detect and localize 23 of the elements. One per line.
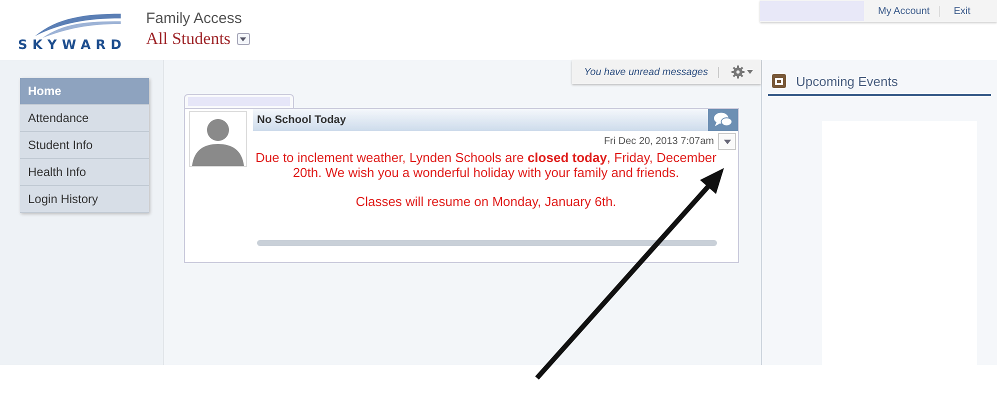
message-menu-button[interactable] [718, 133, 736, 150]
calendar-icon [772, 74, 786, 88]
message-body: Due to inclement weather, Lynden Schools are closed today, Friday, December 20th. We wish you a wonderful holiday with your family and friends. [254, 150, 718, 180]
unread-messages-link[interactable]: You have unread messages [584, 66, 719, 78]
events-title: Upcoming Events [796, 74, 898, 88]
app-title: Family Access [146, 10, 243, 27]
top-link[interactable]: Exit [940, 6, 980, 16]
sidebar-item[interactable]: Student Info [20, 132, 149, 159]
chat-icon[interactable] [708, 109, 738, 131]
message-date: Fri Dec 20, 2013 7:07am [604, 136, 714, 147]
message-title: No School Today [256, 114, 346, 126]
top-link[interactable]: My Account [864, 6, 940, 16]
student-selector[interactable]: All Students [146, 29, 231, 49]
sidebar-item[interactable]: Health Info [20, 159, 149, 186]
dropdown-icon[interactable] [236, 33, 250, 45]
avatar-icon [189, 111, 247, 167]
caret-icon [722, 137, 732, 146]
scrollbar[interactable] [257, 240, 717, 246]
sidebar-item[interactable]: Attendance [20, 105, 149, 132]
message-footer: Classes will resume on Monday, January 6th. [247, 194, 725, 209]
sidebar-item[interactable]: Login History [20, 186, 149, 213]
settings-icon[interactable] [729, 65, 755, 79]
logo-text: SKYWARD [18, 38, 128, 53]
